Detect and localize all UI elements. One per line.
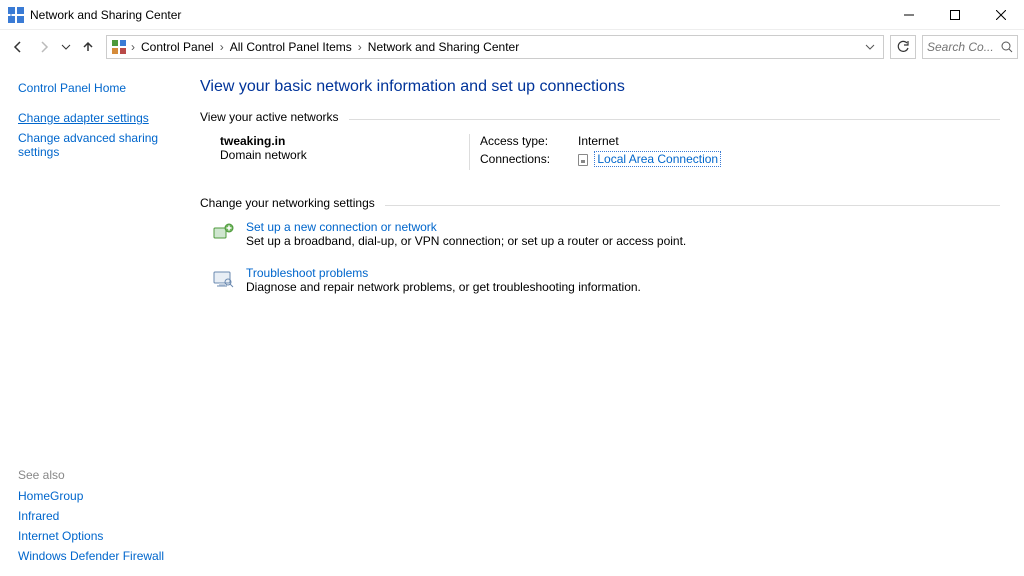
troubleshoot-icon [212, 268, 234, 290]
connection-link[interactable]: Local Area Connection [594, 151, 721, 167]
refresh-button[interactable] [890, 35, 916, 59]
divider [385, 205, 1000, 206]
search-icon [1001, 41, 1013, 53]
back-icon [10, 39, 26, 55]
breadcrumb-sep: › [356, 40, 364, 54]
search-input[interactable] [927, 40, 1001, 54]
change-advanced-sharing-link[interactable]: Change advanced sharing settings [18, 128, 170, 162]
active-networks-header: View your active networks [200, 110, 339, 124]
breadcrumb-control-panel[interactable]: Control Panel [137, 36, 218, 58]
see-also-infrared[interactable]: Infrared [18, 506, 170, 526]
minimize-icon [904, 10, 914, 20]
breadcrumb-all-items[interactable]: All Control Panel Items [226, 36, 356, 58]
change-settings-header: Change your networking settings [200, 196, 375, 210]
content-area: Control Panel Home Change adapter settin… [0, 64, 1024, 576]
address-history-button[interactable] [861, 42, 879, 52]
access-type-label: Access type: [480, 134, 560, 148]
ethernet-icon [578, 154, 588, 166]
back-button[interactable] [6, 35, 30, 59]
up-icon [80, 39, 96, 55]
task-troubleshoot-link[interactable]: Troubleshoot problems [246, 266, 368, 280]
address-bar[interactable]: › Control Panel › All Control Panel Item… [106, 35, 884, 59]
task-setup-connection-link[interactable]: Set up a new connection or network [246, 220, 437, 234]
sidebar: Control Panel Home Change adapter settin… [0, 64, 180, 576]
maximize-icon [950, 10, 960, 20]
forward-icon [36, 39, 52, 55]
change-adapter-settings-link[interactable]: Change adapter settings [18, 108, 170, 128]
network-type: Domain network [220, 148, 459, 162]
breadcrumb-sep: › [129, 40, 137, 54]
divider [349, 119, 1000, 120]
close-button[interactable] [978, 0, 1024, 30]
maximize-button[interactable] [932, 0, 978, 30]
see-also-internet-options[interactable]: Internet Options [18, 526, 170, 546]
breadcrumb-sep: › [218, 40, 226, 54]
breadcrumb-current[interactable]: Network and Sharing Center [364, 36, 523, 58]
window-title: Network and Sharing Center [30, 8, 181, 22]
close-icon [996, 10, 1006, 20]
access-type-value: Internet [578, 134, 619, 148]
task-setup-connection-desc: Set up a broadband, dial-up, or VPN conn… [246, 234, 686, 248]
active-network-row: tweaking.in Domain network Access type: … [200, 134, 1000, 170]
title-bar: Network and Sharing Center [0, 0, 1024, 30]
main-panel: View your basic network information and … [180, 64, 1024, 576]
control-panel-icon [111, 39, 127, 55]
control-panel-home-link[interactable]: Control Panel Home [18, 78, 170, 98]
search-box[interactable] [922, 35, 1018, 59]
connections-label: Connections: [480, 152, 560, 166]
chevron-down-icon [865, 42, 875, 52]
see-also-firewall[interactable]: Windows Defender Firewall [18, 546, 170, 566]
chevron-down-icon [61, 42, 71, 52]
app-icon [8, 7, 24, 23]
task-troubleshoot: Troubleshoot problems Diagnose and repai… [200, 266, 1000, 294]
refresh-icon [896, 40, 910, 54]
setup-connection-icon [212, 222, 234, 244]
recent-locations-button[interactable] [58, 35, 74, 59]
page-heading: View your basic network information and … [200, 78, 1000, 96]
see-also-header: See also [18, 468, 170, 482]
network-name: tweaking.in [220, 134, 285, 148]
forward-button[interactable] [32, 35, 56, 59]
see-also-homegroup[interactable]: HomeGroup [18, 486, 170, 506]
task-troubleshoot-desc: Diagnose and repair network problems, or… [246, 280, 641, 294]
task-setup-connection: Set up a new connection or network Set u… [200, 220, 1000, 248]
nav-bar: › Control Panel › All Control Panel Item… [0, 30, 1024, 64]
minimize-button[interactable] [886, 0, 932, 30]
up-button[interactable] [76, 35, 100, 59]
